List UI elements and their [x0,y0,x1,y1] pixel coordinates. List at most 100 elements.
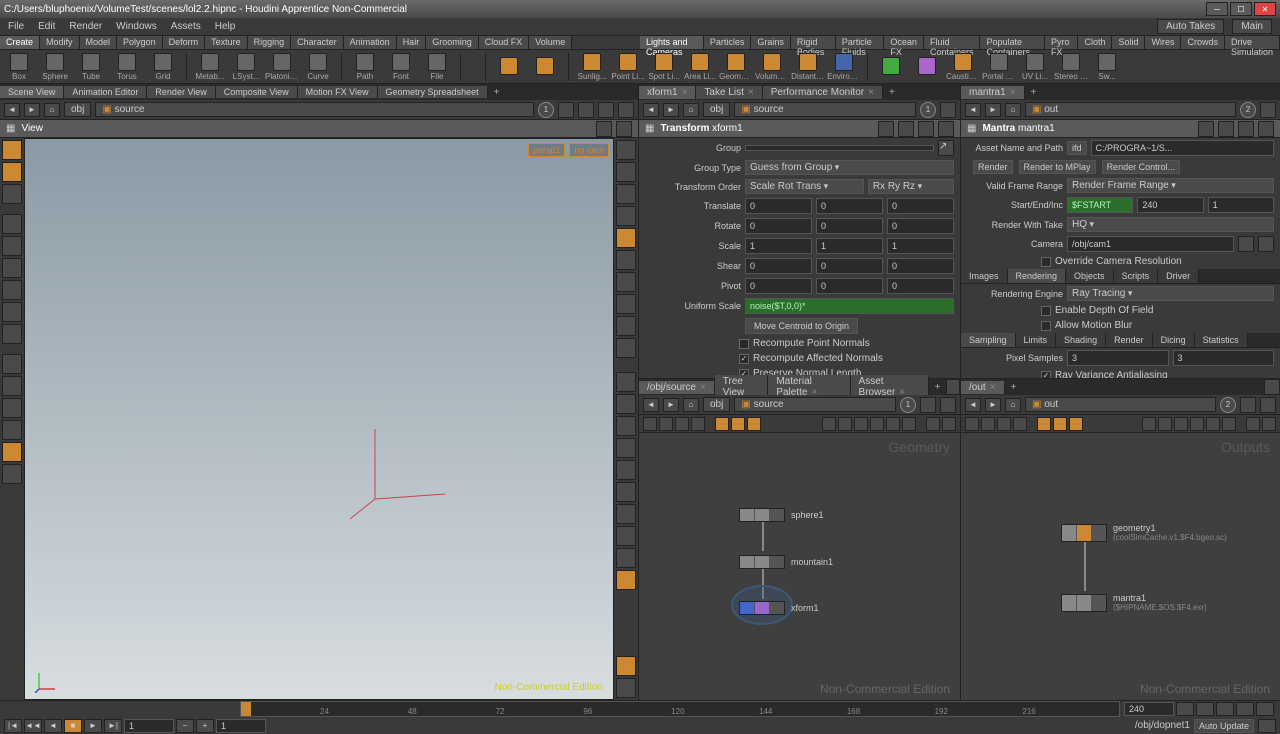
gear-icon[interactable] [878,121,894,137]
tool-light[interactable] [494,57,524,76]
sy-field[interactable]: 1 [816,238,883,254]
recomp-point-checkbox[interactable] [739,339,749,349]
render-button[interactable]: Render [973,160,1013,174]
maximize-button[interactable]: ☐ [1230,2,1252,16]
path-out[interactable]: ▣ out [1025,397,1216,412]
tool-icon[interactable] [2,420,22,440]
rtab-dicing[interactable]: Dicing [1153,333,1195,347]
ng-tool-icon[interactable] [1262,417,1276,431]
add-tab-button[interactable]: + [1025,87,1043,98]
tool-icon[interactable] [616,504,636,524]
ng-tool-icon[interactable] [1158,417,1172,431]
path-obj[interactable]: obj [64,102,91,117]
tab-take-list[interactable]: Take List× [696,86,762,99]
ng-tool-icon[interactable] [675,417,689,431]
tab-objsource[interactable]: /obj/source× [639,381,715,394]
close-button[interactable]: ✕ [1254,2,1276,16]
camera-field[interactable]: /obj/cam1 [1067,236,1234,252]
ng-tool-icon[interactable] [942,417,956,431]
viewport-opt-icon[interactable] [596,121,612,137]
tool-light[interactable] [912,57,942,76]
ng-tool-icon[interactable] [902,417,916,431]
tl-opt-icon[interactable] [1196,702,1214,716]
take-select[interactable]: HQ ▾ [1067,217,1274,232]
tool-curve[interactable]: Curve [303,53,333,81]
tool-icon[interactable] [616,228,636,248]
tx-field[interactable]: 0 [745,198,812,214]
add-tab-button[interactable]: + [1005,382,1023,393]
pane-opt-icon[interactable] [946,379,960,395]
shelf-tab[interactable]: Hair [397,36,427,49]
ng-tool-icon[interactable] [838,417,852,431]
shelf-tab[interactable]: Crowds [1181,36,1225,49]
shx-field[interactable]: 0 [745,258,812,274]
rtab-sampling[interactable]: Sampling [961,333,1016,347]
rayvariance-checkbox[interactable]: ✓ [1041,371,1051,379]
shelf-tab[interactable]: Animation [344,36,397,49]
start-frame-field[interactable]: 1 [216,719,266,733]
rtab-scripts[interactable]: Scripts [1114,269,1159,283]
inc-button[interactable]: + [196,719,214,733]
gear-icon[interactable] [1260,397,1276,413]
menu-edit[interactable]: Edit [38,21,55,32]
ng-tool-icon[interactable] [731,417,745,431]
rtab-shading[interactable]: Shading [1056,333,1106,347]
nav-home-icon[interactable]: ⌂ [1005,398,1021,412]
nav-back-button[interactable]: ◄ [965,103,981,117]
ng-tool-icon[interactable] [870,417,884,431]
current-frame-field[interactable]: 1 [124,719,174,733]
camera-picker-icon[interactable] [1238,236,1254,252]
tool-lsystem[interactable]: LSyst... [231,53,261,81]
tool-icon[interactable] [616,338,636,358]
sz-field[interactable]: 1 [887,238,954,254]
tool-icon[interactable] [2,442,22,462]
close-tab-icon[interactable]: × [682,87,688,98]
tab-scene-view[interactable]: Scene View [0,86,64,98]
viewport-tool-icon[interactable] [598,102,614,118]
last-frame-button[interactable]: ►| [104,719,122,733]
pin-icon[interactable] [898,121,914,137]
tz-field[interactable]: 0 [887,198,954,214]
shelf-tab[interactable]: Particle Fluids [836,36,885,49]
tool-spotlight[interactable]: Spot Li... [649,53,679,81]
ng-tool-icon[interactable] [1222,417,1236,431]
shelf-tab[interactable]: Cloth [1078,36,1112,49]
tool-sphere[interactable]: Sphere [40,53,70,81]
tool-icon[interactable] [616,140,636,160]
render-mplay-button[interactable]: Render to MPlay [1019,160,1096,174]
tool-box[interactable]: Box [4,53,34,81]
path-out[interactable]: ▣ out [1025,102,1236,117]
tool-icon[interactable] [616,678,636,698]
tool-icon[interactable] [616,394,636,414]
pane-opt-icon[interactable] [1264,379,1280,395]
play-button[interactable]: ■ [64,719,82,733]
rtab-rendering[interactable]: Rendering [1008,269,1067,283]
node-mountain1[interactable]: mountain1 [739,555,833,569]
fend-field[interactable]: 240 [1137,197,1203,213]
add-tab-button[interactable]: + [488,87,506,98]
framerange-select[interactable]: Render Frame Range ▾ [1067,178,1274,193]
info-icon[interactable] [918,121,934,137]
tool-icon[interactable] [616,460,636,480]
next-frame-button[interactable]: ► [84,719,102,733]
tool-icon[interactable] [2,302,22,322]
tool-file[interactable]: File [422,53,452,81]
menu-assets[interactable]: Assets [171,21,201,32]
ng-tool-icon[interactable] [1190,417,1204,431]
shelf-tab[interactable]: Lights and Cameras [640,36,704,49]
tool-icon[interactable] [616,416,636,436]
shelf-tab[interactable]: Populate Containers [980,36,1044,49]
nav-fwd-button[interactable]: ► [985,398,1001,412]
shz-field[interactable]: 0 [887,258,954,274]
tool-path[interactable]: Path [350,53,380,81]
group-picker-icon[interactable]: ↗ [938,140,954,156]
tool-portallight[interactable]: Portal Li... [984,53,1014,81]
menu-file[interactable]: File [8,21,24,32]
shelf-tab[interactable]: Character [291,36,344,49]
timeline-ruler[interactable]: 1 24 48 72 96 120 144 168 192 216 [240,701,1120,717]
tool-distantlight[interactable]: Distant Lig... [793,53,823,81]
tab-geo-spreadsheet[interactable]: Geometry Spreadsheet [378,86,488,98]
shelf-tab[interactable]: Rigid Bodies [791,36,836,49]
shelf-tab[interactable]: Volume [529,36,572,49]
tool-icon[interactable] [616,570,636,590]
